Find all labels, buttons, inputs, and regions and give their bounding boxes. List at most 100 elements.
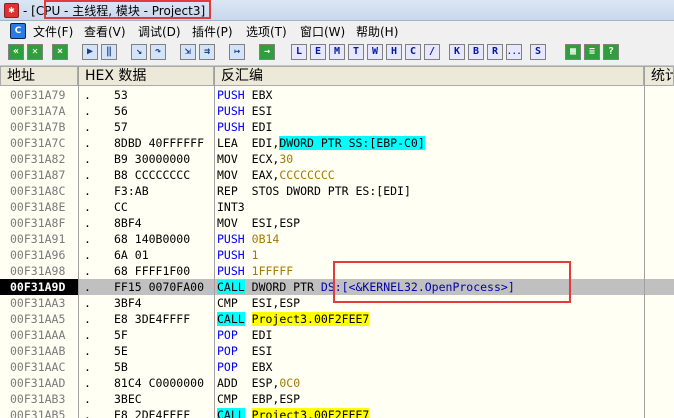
table-row[interactable]: 00F31AB5. E8 2DE4FFFF CALL Project3.00F2FE… [0, 407, 674, 418]
row-hex: F3:AB [114, 184, 149, 198]
cpu-c-icon[interactable]: C [10, 23, 26, 39]
toolbar-dots-icon[interactable]: ... [506, 44, 522, 60]
title-highlight-box [44, 0, 211, 19]
row-marker: . [84, 216, 91, 230]
toolbar-k-icon[interactable]: K [449, 44, 465, 60]
menu-debug[interactable]: 调试(D) [138, 23, 181, 40]
row-address: 00F31A8E [10, 200, 66, 214]
disassembly-grid[interactable]: 00F31A79. 53 PUSH EBX 00F31A7A. 56 PUSH ESI 00… [0, 86, 674, 418]
row-address: 00F31AAB [10, 344, 66, 358]
table-row[interactable]: 00F31A8C. F3:AB REP STOS DWORD PTR ES:[EDI… [0, 183, 674, 199]
row-disasm: CMP EBP,ESP [217, 391, 617, 407]
trace-into-icon[interactable]: ⇲ [180, 44, 196, 60]
options-list-icon[interactable]: ≡ [584, 44, 600, 60]
header-comment[interactable]: 统计 [644, 66, 674, 86]
row-mnemonic: PUSH [217, 88, 245, 102]
toolbar-h-icon[interactable]: H [386, 44, 402, 60]
row-hex: 68 FFFF1F00 [114, 264, 191, 278]
toolbar-m-icon[interactable]: M [329, 44, 345, 60]
row-mnemonic: CALL [217, 312, 245, 326]
table-row[interactable]: 00F31AA5. E8 3DE4FFFF CALL Project3.00F2FE… [0, 311, 674, 327]
menu-help[interactable]: 帮助(H) [356, 23, 398, 40]
app-bug-icon[interactable]: ✱ [4, 3, 19, 18]
toolbar-w-icon[interactable]: W [367, 44, 383, 60]
menu-file[interactable]: 文件(F) [33, 23, 73, 40]
toolbar-r-icon[interactable]: R [487, 44, 503, 60]
table-row[interactable]: 00F31AAA. 5F POP EDI [0, 327, 674, 343]
row-mnemonic: ADD [217, 376, 238, 390]
table-row[interactable]: 00F31A7B. 57 PUSH EDI [0, 119, 674, 135]
row-mnemonic: POP [217, 328, 238, 342]
toolbar-t-icon[interactable]: T [348, 44, 364, 60]
menu-view[interactable]: 查看(V) [84, 23, 126, 40]
row-marker: . [84, 136, 91, 150]
row-disasm: POP ESI [217, 343, 617, 359]
row-disasm: REP STOS DWORD PTR ES:[EDI] [217, 183, 617, 199]
table-row[interactable]: 00F31A82. B9 30000000 MOV ECX,30 [0, 151, 674, 167]
menu-options[interactable]: 选项(T) [246, 23, 287, 40]
table-row[interactable]: 00F31AAB. 5E POP ESI [0, 343, 674, 359]
toolbar-l-icon[interactable]: L [291, 44, 307, 60]
row-marker: . [84, 328, 91, 342]
step-into-icon[interactable]: ↘ [131, 44, 147, 60]
row-hex: 68 140B0000 [114, 232, 191, 246]
row-disasm: LEA EDI,DWORD PTR SS:[EBP-C0] [217, 135, 617, 151]
row-address: 00F31AAA [10, 328, 66, 342]
row-hex: 3BF4 [114, 296, 142, 310]
row-marker: . [84, 376, 91, 390]
row-mnemonic: REP [217, 184, 238, 198]
run-icon[interactable]: ▶ [82, 44, 98, 60]
row-mnemonic: POP [217, 360, 238, 374]
title-bar: ✱ - [CPU - 主线程, 模块 - Project3] [0, 0, 674, 21]
toolbar-c-icon[interactable]: C [405, 44, 421, 60]
row-address: 00F31AAC [10, 360, 66, 374]
row-mnemonic: LEA [217, 136, 238, 150]
row-address: 00F31A82 [10, 152, 66, 166]
help-icon[interactable]: ? [603, 44, 619, 60]
menu-plugins[interactable]: 插件(P) [192, 23, 233, 40]
row-operand: EAX, [251, 168, 280, 182]
table-row[interactable]: 00F31A91. 68 140B0000 PUSH 0B14 [0, 231, 674, 247]
table-row[interactable]: 00F31A7C. 8DBD 40FFFFFF LEA EDI,DWORD PTR … [0, 135, 674, 151]
layout-grid-icon[interactable]: ▦ [565, 44, 581, 60]
execute-till-return-icon[interactable]: ↦ [229, 44, 245, 60]
table-row[interactable]: 00F31A7A. 56 PUSH ESI [0, 103, 674, 119]
toolbar-s-icon[interactable]: S [530, 44, 546, 60]
menu-window[interactable]: 窗口(W) [300, 23, 345, 40]
restart-icon[interactable]: × [52, 44, 68, 60]
row-address: 00F31A98 [10, 264, 66, 278]
step-over-icon[interactable]: ↷ [150, 44, 166, 60]
toolbar-slash-icon[interactable]: / [424, 44, 440, 60]
toolbar-b-icon[interactable]: B [468, 44, 484, 60]
row-marker: . [84, 360, 91, 374]
table-row[interactable]: 00F31A8F. 8BF4 MOV ESI,ESP [0, 215, 674, 231]
row-mnemonic: PUSH [217, 232, 245, 246]
close-icon[interactable]: ✕ [27, 44, 43, 60]
row-marker: . [84, 312, 91, 326]
row-hex: 56 [114, 104, 128, 118]
row-disasm: CALL Project3.00F2FEE7 [217, 311, 617, 327]
header-hex[interactable]: HEX 数据 [78, 66, 214, 86]
row-address: 00F31A7B [10, 120, 66, 134]
row-mnemonic: CMP [217, 392, 238, 406]
header-address[interactable]: 地址 [0, 66, 78, 86]
table-row[interactable]: 00F31A8E. CC INT3 [0, 199, 674, 215]
table-row[interactable]: 00F31A79. 53 PUSH EBX [0, 87, 674, 103]
go-to-icon[interactable]: → [259, 44, 275, 60]
row-mnemonic: PUSH [217, 248, 245, 262]
table-row[interactable]: 00F31AAD. 81C4 C0000000 ADD ESP,0C0 [0, 375, 674, 391]
row-address: 00F31AB5 [10, 408, 66, 418]
toolbar-e-icon[interactable]: E [310, 44, 326, 60]
table-row[interactable]: 00F31AAC. 5B POP EBX [0, 359, 674, 375]
row-disasm: MOV ECX,30 [217, 151, 617, 167]
row-marker: . [84, 296, 91, 310]
table-row[interactable]: 00F31AB3. 3BEC CMP EBP,ESP [0, 391, 674, 407]
pause-icon[interactable]: ‖ [101, 44, 117, 60]
row-operand-2: 0C0 [279, 376, 301, 390]
row-marker: . [84, 280, 91, 294]
trace-over-icon[interactable]: ⇉ [199, 44, 215, 60]
table-row[interactable]: 00F31A87. B8 CCCCCCCC MOV EAX,CCCCCCCC [0, 167, 674, 183]
rewind-icon[interactable]: « [8, 44, 24, 60]
header-disasm[interactable]: 反汇编 [214, 66, 644, 86]
row-address: 00F31A8C [10, 184, 66, 198]
